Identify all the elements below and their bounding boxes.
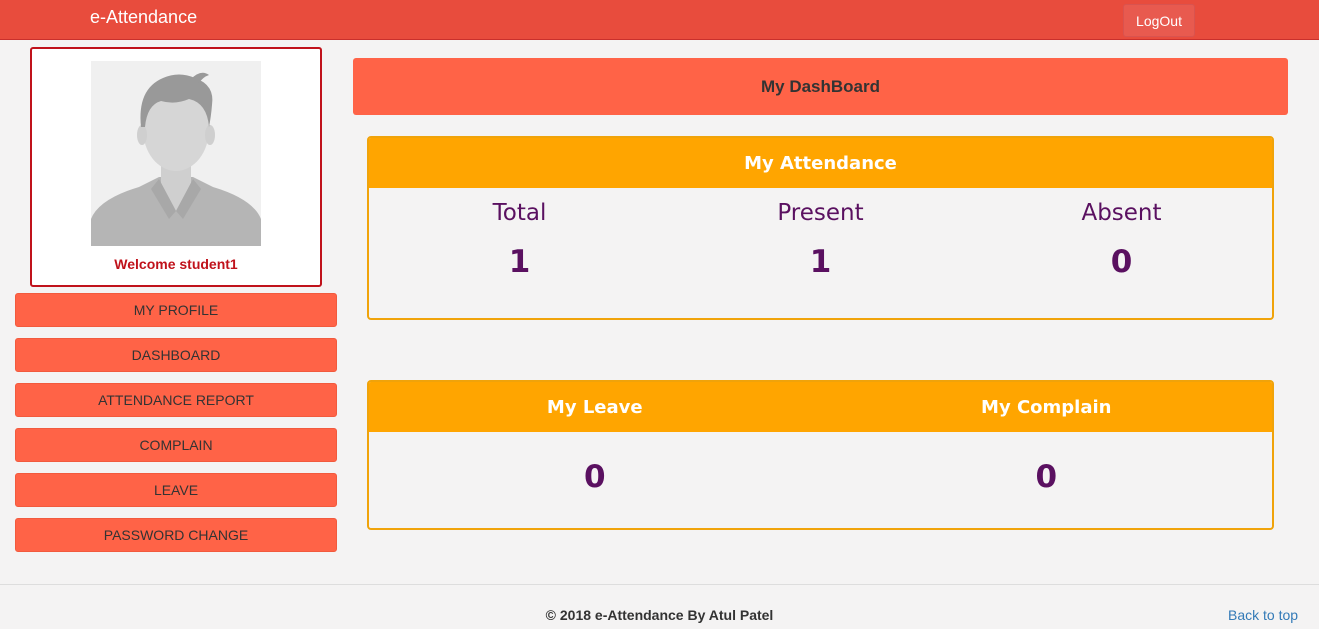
- total-value: 1: [508, 244, 531, 280]
- absent-value: 0: [1110, 244, 1133, 280]
- complain-value: 0: [1035, 459, 1058, 495]
- menu-password-change[interactable]: PASSWORD CHANGE: [15, 518, 337, 552]
- user-silhouette-icon: [91, 61, 261, 246]
- leave-complain-values: 0 0: [369, 459, 1272, 495]
- logout-button[interactable]: LogOut: [1123, 4, 1195, 37]
- leave-title: My Leave: [546, 396, 643, 418]
- attendance-values: 1 1 0: [369, 244, 1272, 280]
- attendance-panel: My Attendance Total Present Absent 1 1 0: [367, 136, 1274, 320]
- menu-attendance-report[interactable]: ATTENDANCE REPORT: [15, 383, 337, 417]
- menu-dashboard[interactable]: DASHBOARD: [15, 338, 337, 372]
- present-value: 1: [809, 244, 832, 280]
- present-label: Present: [777, 200, 864, 226]
- menu-my-profile[interactable]: MY PROFILE: [15, 293, 337, 327]
- absent-label: Absent: [1081, 200, 1162, 226]
- attendance-title: My Attendance: [744, 152, 897, 174]
- leave-complain-header: My Leave My Complain: [369, 382, 1272, 432]
- attendance-labels: Total Present Absent: [369, 200, 1272, 226]
- menu-leave[interactable]: LEAVE: [15, 473, 337, 507]
- total-label: Total: [492, 200, 547, 226]
- back-to-top-link[interactable]: Back to top: [1228, 607, 1298, 623]
- copyright-text: © 2018 e-Attendance By Atul Patel: [545, 607, 774, 623]
- profile-card: Welcome student1: [30, 47, 322, 287]
- welcome-text: Welcome student1: [114, 256, 238, 272]
- attendance-panel-header: My Attendance: [369, 138, 1272, 188]
- leave-value: 0: [583, 459, 606, 495]
- menu-complain[interactable]: COMPLAIN: [15, 428, 337, 462]
- footer: © 2018 e-Attendance By Atul Patel Back t…: [0, 584, 1319, 629]
- dashboard-title: My DashBoard: [353, 58, 1288, 115]
- leave-complain-panel: My Leave My Complain 0 0: [367, 380, 1274, 530]
- top-navbar: e-Attendance LogOut: [0, 0, 1319, 40]
- brand-title[interactable]: e-Attendance: [90, 7, 197, 28]
- complain-title: My Complain: [981, 396, 1112, 418]
